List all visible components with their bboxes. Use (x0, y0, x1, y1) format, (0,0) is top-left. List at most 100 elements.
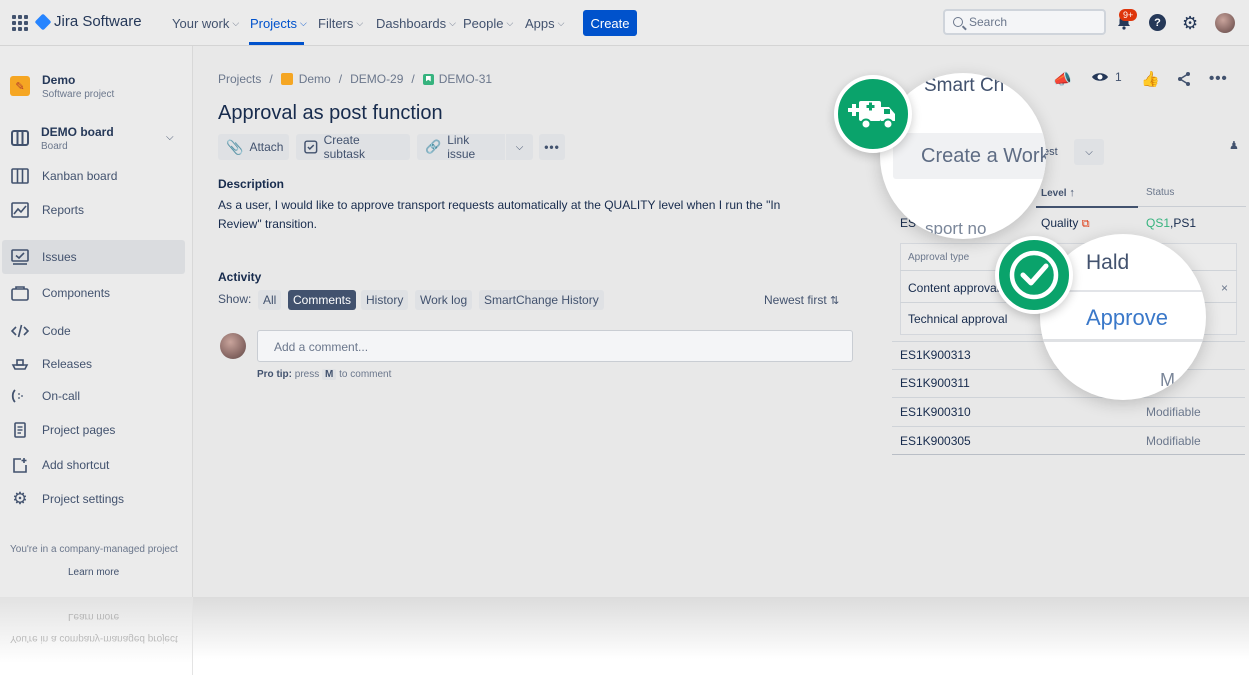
divider (892, 397, 1245, 398)
sort-label: Newest first (764, 293, 827, 307)
nav-label: Dashboards (376, 16, 447, 31)
description-text[interactable]: As a user, I would like to approve trans… (218, 196, 818, 234)
transport-id-cell[interactable]: ES1K900313 (900, 348, 971, 362)
filter-work-log[interactable]: Work log (415, 290, 473, 310)
learn-more-link[interactable]: Learn more (68, 567, 119, 578)
sort-order-toggle[interactable]: Newest first ⇅ (764, 293, 839, 307)
link-issue-button[interactable]: 🔗 Link issue (417, 133, 505, 161)
option-hold[interactable]: Hald (1086, 251, 1129, 275)
sidebar-item-project-pages[interactable]: Project pages (0, 413, 193, 447)
project-avatar-icon[interactable]: ✎ (10, 76, 30, 96)
project-name[interactable]: Demo (42, 73, 75, 87)
sidebar-item-project-settings[interactable]: ⚙ Project settings (0, 482, 193, 516)
nav-people[interactable]: People ⌵ (463, 16, 513, 31)
description-heading: Description (218, 177, 285, 191)
reflection-footer-note: You're in a company-managed project (10, 633, 178, 644)
board-name[interactable]: DEMO board (41, 125, 114, 139)
approval-type-row[interactable]: Technical approval (908, 312, 1007, 326)
project-avatar-icon (280, 73, 293, 85)
filter-smartchange-history[interactable]: SmartChange History (479, 290, 604, 310)
create-subtask-button[interactable]: Create subtask (296, 133, 410, 161)
sidebar-item-add-shortcut[interactable]: Add shortcut (0, 448, 193, 482)
components-icon (11, 286, 29, 301)
sidebar-item-releases[interactable]: Releases (0, 347, 193, 381)
nav-filters[interactable]: Filters ⌵ (318, 16, 363, 31)
sidebar-item-issues[interactable]: Issues (2, 240, 185, 274)
jira-diamond-icon (34, 13, 52, 30)
filter-history[interactable]: History (361, 290, 409, 310)
watch-button[interactable]: 1 (1091, 70, 1122, 84)
breadcrumb: Projects / Demo / DEMO-29 / DEMO-31 (218, 72, 492, 86)
chevron-down-icon: ⌵ (299, 18, 307, 28)
transport-truck-badge (834, 75, 912, 153)
share-icon[interactable] (1176, 71, 1192, 87)
chevron-down-icon[interactable]: ⌵ (1074, 139, 1104, 165)
attach-button[interactable]: 📎 Attach (218, 134, 289, 160)
nav-projects[interactable]: Projects ⌵ (250, 16, 307, 31)
create-button[interactable]: Create (583, 10, 637, 36)
option-approve[interactable]: Approve (1086, 305, 1168, 331)
column-status[interactable]: Status (1146, 187, 1174, 198)
approval-type-row[interactable]: Content approval (908, 281, 999, 295)
header-divider (1138, 206, 1246, 207)
divider (892, 426, 1245, 427)
nav-label: Apps (525, 16, 555, 31)
divider (1040, 339, 1206, 342)
column-level[interactable]: Level ↑ (1041, 187, 1075, 199)
issue-title[interactable]: Approval as post function (218, 102, 443, 125)
nav-your-work[interactable]: Your work ⌵ (172, 16, 239, 31)
sidebar-item-kanban-board[interactable]: Kanban board (0, 159, 193, 193)
jira-logo[interactable]: Jira Software (34, 13, 142, 30)
copy-icon[interactable]: ⧉ (1082, 218, 1090, 230)
nav-apps[interactable]: Apps ⌵ (525, 16, 564, 31)
chevron-down-icon: ⌵ (506, 18, 514, 28)
nav-label: Filters (318, 16, 354, 31)
sidebar-item-on-call[interactable]: On-call (0, 379, 193, 413)
link-issue-label: Link issue (447, 133, 476, 161)
more-actions-button[interactable]: ••• (539, 134, 565, 160)
more-icon[interactable]: ••• (1209, 70, 1228, 87)
filter-comments[interactable]: Comments (288, 290, 357, 310)
sidebar-item-label: Project pages (42, 423, 116, 437)
megaphone-icon[interactable]: 📣 (1053, 70, 1072, 88)
chevron-down-icon[interactable]: ⌵ (166, 132, 174, 143)
close-icon[interactable]: × (1221, 281, 1228, 295)
sidebar-item-code[interactable]: Code (0, 314, 193, 348)
breadcrumb-demo[interactable]: Demo (299, 72, 331, 86)
activity-heading: Activity (218, 270, 262, 284)
help-icon[interactable]: ? (1149, 14, 1166, 31)
pro-tip-label: Pro tip: (257, 369, 292, 380)
project-sidebar: ✎ Demo Software project DEMO board Board… (0, 46, 193, 597)
thumbs-up-icon[interactable]: 👍 (1141, 70, 1160, 88)
transport-id-cell[interactable]: ES1K900310 (900, 405, 971, 419)
level-cell: Quality ⧉ (1041, 216, 1090, 231)
transport-id-cell[interactable]: ES1K900311 (900, 376, 970, 390)
nav-dashboards[interactable]: Dashboards ⌵ (376, 16, 456, 31)
search-input[interactable]: Search (943, 9, 1106, 35)
status-cell: Modifiable (1146, 434, 1201, 448)
comment-input[interactable]: Add a comment... (257, 330, 853, 362)
transport-id-cell[interactable]: ES1K900305 (900, 434, 971, 448)
jira-window: Jira Software Your work ⌵ Projects ⌵ Filte… (0, 0, 1249, 597)
board-icon (11, 130, 29, 146)
kanban-icon (11, 168, 29, 184)
link-issue-dropdown[interactable]: ⌵ (506, 134, 533, 160)
settings-gear-icon[interactable]: ⚙ (1182, 13, 1198, 34)
filter-all[interactable]: All (258, 290, 282, 310)
create-work-button[interactable]: Create a Work (921, 145, 1046, 168)
person-settings-icon[interactable]: ♟ (1229, 139, 1239, 152)
sidebar-item-label: On-call (42, 389, 81, 403)
breadcrumb-demo-31[interactable]: DEMO-31 (439, 72, 492, 86)
pro-tip-rest: to comment (339, 369, 392, 380)
notification-count-badge: 9+ (1119, 9, 1138, 21)
breadcrumb-demo-29[interactable]: DEMO-29 (350, 72, 403, 86)
sidebar-item-components[interactable]: Components (0, 276, 193, 310)
create-subtask-label: Create subtask (323, 133, 365, 161)
nav-label: People (463, 16, 504, 31)
chevron-down-icon: ⌵ (356, 18, 364, 28)
user-avatar[interactable] (1215, 13, 1235, 33)
sidebar-item-reports[interactable]: Reports (0, 193, 193, 227)
app-switcher-icon[interactable] (12, 15, 28, 31)
sidebar-item-label: Components (42, 286, 111, 300)
breadcrumb-projects[interactable]: Projects (218, 72, 261, 86)
